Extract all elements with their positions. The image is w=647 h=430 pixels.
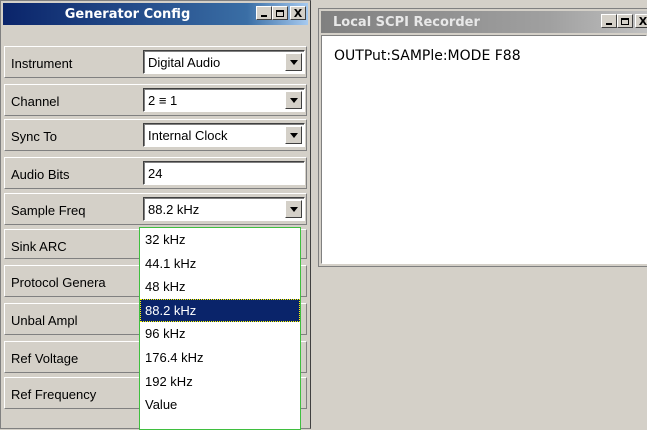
instrument-value: Digital Audio: [148, 55, 221, 70]
option-48-khz[interactable]: 48 kHz: [140, 275, 300, 299]
sync-to-dropdown-button[interactable]: [285, 126, 302, 144]
close-icon: X: [293, 6, 303, 20]
row-channel: Channel 2 ≡ 1: [4, 84, 307, 116]
maximize-button[interactable]: [617, 14, 633, 28]
sample-freq-dropdown-list[interactable]: 32 kHz 44.1 kHz 48 kHz 88.2 kHz 96 kHz 1…: [139, 227, 301, 430]
sink-arc-label: Sink ARC: [11, 239, 67, 254]
minimize-icon: [261, 15, 267, 17]
chevron-down-icon: [289, 97, 298, 103]
option-value[interactable]: Value: [140, 393, 300, 417]
chevron-down-icon: [289, 206, 298, 212]
chevron-down-icon: [289, 59, 298, 65]
unbal-ampl-label: Unbal Ampl: [11, 313, 78, 328]
minimize-button[interactable]: [256, 6, 272, 20]
sync-to-label: Sync To: [11, 129, 58, 144]
audio-bits-value: 24: [148, 166, 163, 181]
protocol-generator-label: Protocol Genera: [11, 275, 106, 290]
option-88-2-khz[interactable]: 88.2 kHz: [140, 298, 300, 323]
scpi-recorder-window: Local SCPI Recorder X OUTPut:SAMPle:MODE…: [318, 8, 647, 267]
ref-voltage-label: Ref Voltage: [11, 351, 79, 366]
chevron-down-icon: [289, 132, 298, 138]
ref-frequency-label: Ref Frequency: [11, 387, 97, 402]
sync-to-value: Internal Clock: [148, 128, 228, 143]
option-32-khz[interactable]: 32 kHz: [140, 228, 300, 252]
close-button[interactable]: X: [635, 14, 647, 28]
close-icon: X: [638, 14, 647, 28]
channel-dropdown-button[interactable]: [285, 91, 302, 109]
option-44-1-khz[interactable]: 44.1 kHz: [140, 252, 300, 276]
sample-freq-label: Sample Freq: [11, 203, 86, 218]
recorder-title: Local SCPI Recorder: [333, 14, 480, 30]
row-instrument: Instrument Digital Audio: [4, 46, 307, 78]
maximize-button[interactable]: [272, 6, 288, 20]
generator-config-window: Generator Config X Instrument Digital Au…: [0, 0, 311, 430]
instrument-label: Instrument: [11, 56, 73, 71]
close-button[interactable]: X: [290, 6, 306, 20]
option-192-khz[interactable]: 192 kHz: [140, 370, 300, 394]
option-96-khz[interactable]: 96 kHz: [140, 322, 300, 346]
row-audio-bits: Audio Bits 24: [4, 157, 307, 189]
minimize-icon: [606, 23, 612, 25]
recorder-output-area[interactable]: OUTPut:SAMPle:MODE F88: [321, 35, 647, 264]
sample-freq-select[interactable]: 88.2 kHz: [143, 197, 305, 221]
maximize-icon: [621, 17, 629, 25]
audio-bits-input[interactable]: 24: [143, 161, 305, 185]
generator-titlebar[interactable]: Generator Config X: [3, 3, 308, 25]
scpi-command-text: OUTPut:SAMPle:MODE F88: [334, 48, 521, 64]
sample-freq-value: 88.2 kHz: [148, 202, 200, 217]
channel-value: 2 ≡ 1: [148, 93, 178, 108]
audio-bits-label: Audio Bits: [11, 167, 70, 182]
maximize-icon: [276, 9, 284, 17]
sample-freq-dropdown-button[interactable]: [285, 200, 302, 218]
row-sync-to: Sync To Internal Clock: [4, 119, 307, 151]
channel-select[interactable]: 2 ≡ 1: [143, 88, 305, 112]
sync-to-select[interactable]: Internal Clock: [143, 123, 305, 147]
instrument-select[interactable]: Digital Audio: [143, 50, 305, 74]
channel-label: Channel: [11, 94, 60, 109]
instrument-dropdown-button[interactable]: [285, 53, 302, 71]
row-sample-freq: Sample Freq 88.2 kHz: [4, 193, 307, 225]
option-176-4-khz[interactable]: 176.4 kHz: [140, 346, 300, 370]
minimize-button[interactable]: [601, 14, 617, 28]
recorder-titlebar[interactable]: Local SCPI Recorder X: [321, 11, 647, 33]
